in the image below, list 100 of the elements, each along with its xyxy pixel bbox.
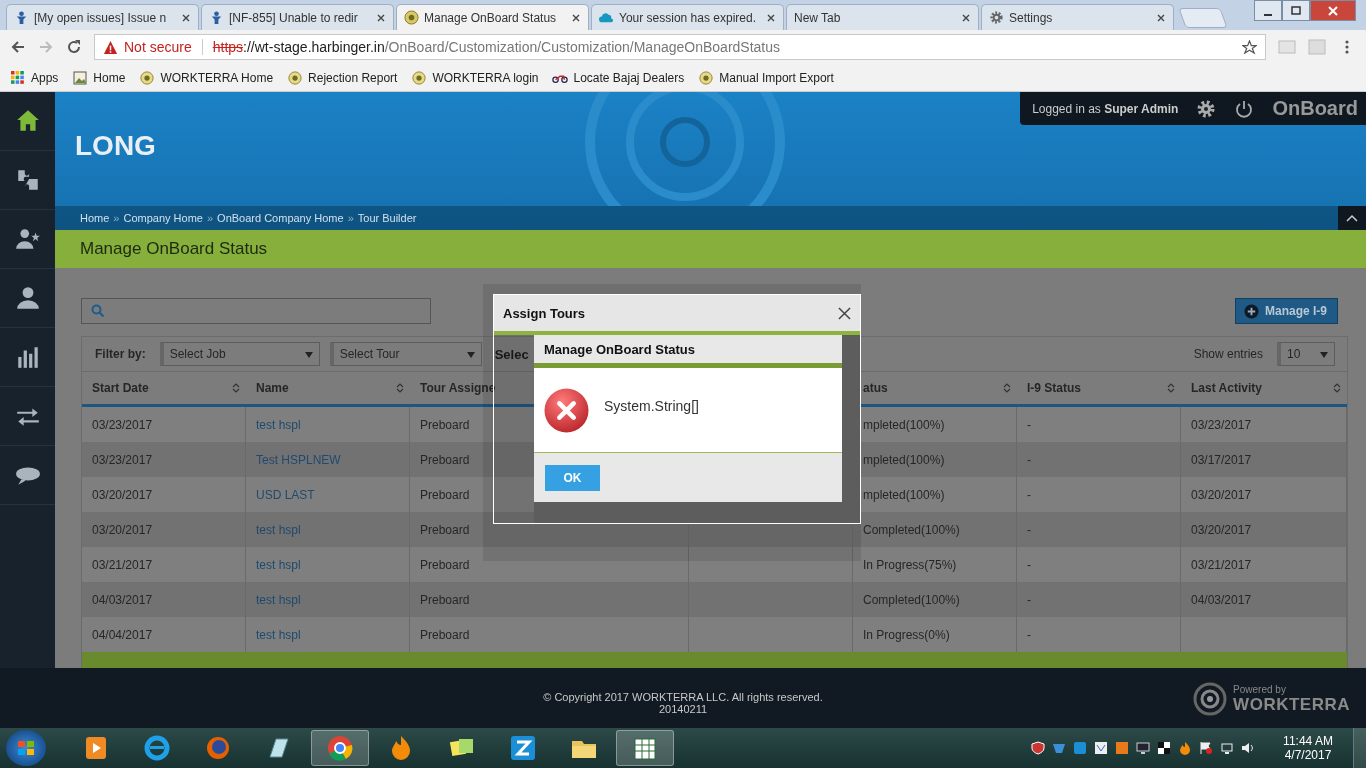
column-header[interactable]: I-9 Status (1027, 381, 1081, 395)
browser-tab[interactable]: [My open issues] Issue n (6, 4, 199, 30)
search-icon (91, 304, 105, 318)
settings-icon (989, 10, 1004, 25)
column-header[interactable]: atus (863, 381, 888, 395)
maximize-button[interactable] (1282, 0, 1310, 21)
tray-icon[interactable] (1199, 741, 1213, 755)
filter-label: Filter by: (95, 347, 146, 361)
filter-dropdown[interactable]: Select Tour (329, 342, 482, 366)
table-cell: Preboard (420, 557, 470, 572)
bookmark[interactable]: Rejection Report (287, 70, 398, 85)
close-icon[interactable] (961, 12, 971, 23)
table-cell: Preboard (420, 487, 470, 502)
bookmark-label: WORKTERRA Home (160, 70, 274, 85)
power-icon[interactable] (1234, 98, 1255, 119)
powered-by-text: Powered by (1233, 683, 1287, 695)
search-field[interactable] (81, 298, 431, 324)
tray-icon[interactable] (1094, 741, 1108, 755)
person-icon (14, 285, 41, 311)
column-header[interactable]: Name (256, 381, 289, 395)
breadcrumb-link[interactable]: OnBoard Company Home (217, 212, 344, 224)
browser-tab[interactable]: Settings (981, 4, 1174, 30)
bookmark[interactable]: Manual Import Export (698, 70, 834, 85)
security-label: Not secure (124, 39, 192, 55)
sort-icon[interactable] (1003, 382, 1011, 394)
browser-tab[interactable]: New Tab (786, 4, 979, 30)
browser-tab[interactable]: Your session has expired. (591, 4, 784, 30)
close-icon[interactable] (766, 12, 776, 23)
sort-icon[interactable] (232, 382, 240, 394)
sort-icon[interactable] (1333, 382, 1341, 394)
bookmark-label: Apps (31, 70, 59, 85)
table-cell: 04/04/2017 (92, 627, 153, 642)
tray-icon[interactable] (1241, 741, 1255, 755)
tray-icon[interactable] (1157, 741, 1171, 755)
column-header[interactable]: Start Date (92, 381, 149, 395)
product-name: OnBoard (1272, 97, 1358, 120)
breadcrumb-separator: » (347, 212, 354, 224)
logo-icon (698, 70, 715, 85)
clock-date: 4/7/2017 (1284, 748, 1332, 762)
taskbar-button[interactable] (616, 730, 674, 766)
address-field[interactable]: Not secure https://wt-stage.harbinger.in/OnBoard/Customization/Customization/ManageOnBoardStatus (94, 34, 1266, 60)
app-icon (508, 733, 538, 763)
bookmark[interactable]: Home (72, 70, 126, 85)
tray-icon[interactable] (1136, 741, 1150, 755)
browser-tab[interactable]: Manage OnBoard Status (396, 4, 589, 30)
build-number: 20140211 (658, 703, 708, 715)
filter-dropdown[interactable]: Select Job (159, 342, 320, 366)
plus-icon (1244, 303, 1259, 319)
sort-icon[interactable] (396, 382, 404, 394)
bookmark[interactable]: Apps (10, 70, 59, 85)
maximize-icon (1290, 4, 1302, 17)
table-cell: In Progress(0%) (863, 627, 950, 642)
tray-icon[interactable] (1031, 741, 1045, 755)
breadcrumb-link[interactable]: Company Home (123, 212, 203, 224)
tab-title: Your session has expired. (619, 10, 757, 25)
bookmark-label: Home (93, 70, 126, 85)
close-icon[interactable] (838, 306, 851, 320)
close-icon[interactable] (1156, 12, 1166, 23)
close-icon[interactable] (376, 12, 386, 23)
bookmark[interactable]: Locate Bajaj Dealers (552, 70, 685, 85)
logged-in-text: Logged in as Super Admin (1032, 101, 1179, 116)
logo-icon (287, 70, 304, 85)
dialog-title: Assign Tours (503, 305, 586, 321)
dialog-title: Manage OnBoard Status (544, 341, 695, 357)
table-cell: In Progress(75%) (863, 557, 957, 572)
back-icon[interactable] (10, 39, 26, 55)
tab-title: [NF-855] Unable to redir (229, 10, 359, 25)
close-icon[interactable] (571, 12, 581, 23)
copyright-text: © Copyright 2017 WORKTERRA LLC. All rights reserved. (543, 691, 823, 703)
logo-icon (139, 70, 156, 85)
browser-tab[interactable]: [NF-855] Unable to redir (201, 4, 394, 30)
bookmark[interactable]: WORKTERRA login (411, 70, 539, 85)
start-button[interactable] (6, 730, 46, 766)
reload-icon[interactable] (66, 39, 82, 55)
close-icon[interactable] (181, 12, 191, 23)
collapse-button[interactable] (1338, 206, 1366, 230)
breadcrumb-link[interactable]: Tour Builder (357, 212, 417, 224)
table-cell: - (1027, 557, 1031, 572)
sort-icon[interactable] (1167, 382, 1175, 394)
table-cell: 03/20/2017 (1191, 487, 1252, 502)
bookmark[interactable]: WORKTERRA Home (139, 70, 274, 85)
bookmark-label: Manual Import Export (719, 70, 834, 85)
entries-dropdown[interactable]: 10 (1277, 342, 1335, 366)
table-cell: 03/21/2017 (92, 557, 153, 572)
company-name: LONG (75, 130, 156, 162)
close-button[interactable] (1310, 0, 1356, 21)
minimize-button[interactable] (1254, 0, 1282, 21)
tray-icon[interactable] (1220, 741, 1234, 755)
apps-icon (10, 70, 26, 85)
table-cell: Completed(100%) (863, 592, 960, 607)
table-cell: 03/23/2017 (92, 417, 153, 432)
column-header[interactable]: Last Activity (1191, 381, 1262, 395)
table-cell: mpleted(100%) (863, 452, 945, 467)
manage-i9-button[interactable]: Manage I-9 (1235, 298, 1338, 324)
system-clock[interactable]: 11:44 AM 4/7/2017 (1276, 734, 1340, 762)
show-entries-label: Show entries (1193, 347, 1263, 361)
star-icon[interactable] (1242, 39, 1257, 55)
settings-icon[interactable] (1196, 98, 1217, 119)
breadcrumb-link[interactable]: Home (80, 212, 110, 224)
tab-title: Settings (1009, 10, 1054, 25)
